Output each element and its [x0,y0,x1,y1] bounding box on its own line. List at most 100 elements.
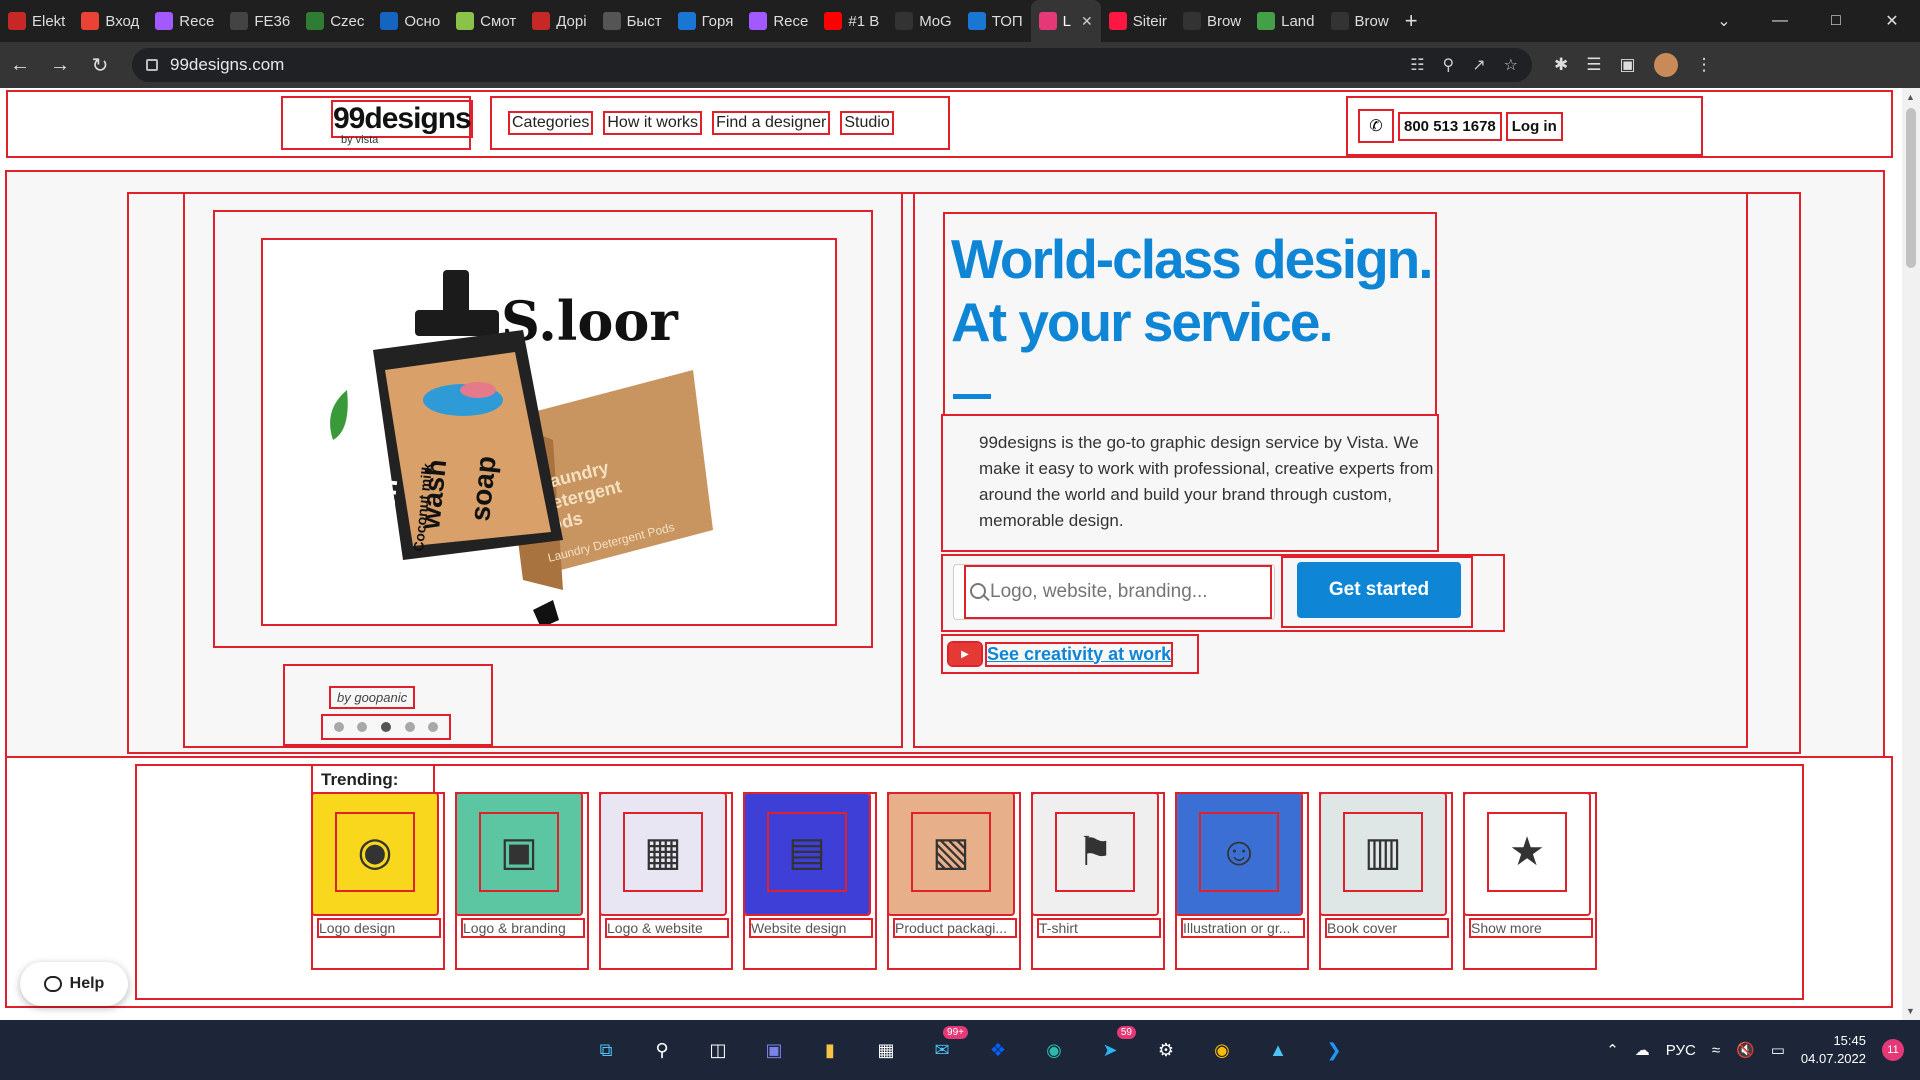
photos-icon[interactable]: ▲ [1258,1030,1298,1070]
browser-tab[interactable]: Дорі [524,0,594,42]
windows-start-icon[interactable]: ⧉ [586,1030,626,1070]
browser-tab[interactable]: Вход [73,0,147,42]
trending-label[interactable]: Logo & branding [461,918,585,938]
file-explorer-icon[interactable]: ▮ [810,1030,850,1070]
trending-thumbnail[interactable]: ▥ [1319,792,1447,916]
zoom-icon[interactable]: ⚲ [1443,55,1455,75]
scroll-up-icon[interactable]: ▲ [1906,92,1915,102]
trending-label[interactable]: T-shirt [1037,918,1161,938]
browser-tab[interactable]: Rece [147,0,222,42]
browser-tab[interactable]: Land [1249,0,1322,42]
browser-tab[interactable]: Czec [298,0,372,42]
trending-card[interactable]: ▧ Product packagi... [887,792,1021,970]
category-search-input[interactable] [964,565,1272,619]
logo[interactable]: 99designs [331,100,473,138]
media-icon[interactable]: ☰ [1586,55,1601,75]
notification-badge[interactable]: 11 [1882,1039,1904,1061]
close-window-icon[interactable]: ✕ [1864,11,1920,31]
clock[interactable]: 15:45 04.07.2022 [1801,1032,1866,1068]
trending-card[interactable]: ▥ Book cover [1319,792,1453,970]
store-icon[interactable]: ▦ [866,1030,906,1070]
trending-thumbnail[interactable]: ⚑ [1031,792,1159,916]
edge-icon[interactable]: ◉ [1034,1030,1074,1070]
browser-tab[interactable]: ТОП [960,0,1031,42]
trending-thumbnail[interactable]: ★ [1463,792,1591,916]
trending-card[interactable]: ⚑ T-shirt [1031,792,1165,970]
share-icon[interactable]: ↗ [1472,55,1485,75]
tab-search-icon[interactable]: ⌄ [1696,11,1752,31]
trending-card[interactable]: ▤ Website design [743,792,877,970]
browser-tab[interactable]: Быст [595,0,670,42]
trending-label[interactable]: Book cover [1325,918,1449,938]
forward-icon[interactable]: → [40,54,80,77]
nav-how-it-works[interactable]: How it works [603,111,703,135]
scroll-down-icon[interactable]: ▼ [1906,1006,1915,1016]
mail-icon[interactable]: ✉ 99+ [922,1026,968,1070]
trending-label[interactable]: Website design [749,918,873,938]
get-started-button[interactable]: Get started [1297,562,1461,618]
volume-muted-icon[interactable]: 🔇 [1736,1041,1755,1059]
translate-icon[interactable]: ☷ [1410,55,1424,75]
carousel-dot[interactable] [428,722,439,732]
menu-icon[interactable]: ⋮ [1696,55,1713,75]
telegram-icon[interactable]: ➤ 59 [1090,1026,1136,1070]
nav-categories[interactable]: Categories [507,111,594,135]
browser-tab[interactable]: L ✕ [1030,0,1101,42]
vscode-icon[interactable]: ❯ [1314,1030,1354,1070]
profile-avatar[interactable] [1653,53,1678,77]
trending-label[interactable]: Show more [1469,918,1593,938]
new-tab-button[interactable]: + [1397,0,1426,42]
designer-credit[interactable]: by goopanic [328,686,416,709]
page-scrollbar[interactable]: ▲ ▼ [1902,88,1920,1020]
browser-tab[interactable]: Rece [741,0,816,42]
battery-icon[interactable]: ▭ [1771,1041,1785,1059]
sidepanel-icon[interactable]: ▣ [1620,55,1636,75]
settings-icon[interactable]: ⚙ [1146,1030,1186,1070]
chrome-icon[interactable]: ◉ [1202,1030,1242,1070]
teams-icon[interactable]: ▣ [754,1030,794,1070]
task-view-icon[interactable]: ◫ [698,1030,738,1070]
scrollbar-thumb[interactable] [1906,108,1916,268]
trending-label[interactable]: Logo & website [605,918,729,938]
browser-tab[interactable]: Brow [1323,0,1397,42]
trending-thumbnail[interactable]: ▤ [743,792,871,916]
trending-card[interactable]: ▣ Logo & branding [455,792,589,970]
carousel-dot[interactable] [404,722,415,732]
carousel-dot[interactable] [357,722,368,732]
reload-icon[interactable]: ↻ [80,53,120,78]
browser-tab[interactable]: Горя [670,0,742,42]
see-creativity-link[interactable]: See creativity at work [984,641,1174,667]
trending-card[interactable]: ★ Show more [1463,792,1597,970]
help-button[interactable]: Help [20,962,128,1006]
browser-tab[interactable]: FE36 [222,0,298,42]
carousel-dot[interactable] [380,722,391,732]
phone-icon[interactable]: ✆ [1358,109,1394,143]
trending-thumbnail[interactable]: ◉ [311,792,439,916]
trending-label[interactable]: Illustration or gr... [1181,918,1305,938]
video-play-icon[interactable]: ▶ [947,641,983,667]
trending-thumbnail[interactable]: ▣ [455,792,583,916]
trending-card[interactable]: ◉ Logo design [311,792,445,970]
nav-find-designer[interactable]: Find a designer [712,111,831,135]
browser-tab[interactable]: Elekt [0,0,73,42]
browser-tab[interactable]: Осно [372,0,448,42]
trending-thumbnail[interactable]: ▧ [887,792,1015,916]
browser-tab[interactable]: Brow [1175,0,1249,42]
trending-card[interactable]: ☺ Illustration or gr... [1175,792,1309,970]
browser-tab[interactable]: Siteir [1101,0,1175,42]
cloud-icon[interactable]: ☁ [1635,1041,1650,1059]
search-icon[interactable]: ⚲ [642,1030,682,1070]
close-tab-icon[interactable]: ✕ [1081,13,1093,30]
phone-number[interactable]: 800 513 1678 [1398,111,1502,141]
back-icon[interactable]: ← [0,54,40,77]
minimize-icon[interactable]: — [1752,12,1808,30]
maximize-icon[interactable]: □ [1808,12,1864,30]
bookmark-star-icon[interactable]: ☆ [1504,55,1518,75]
address-bar[interactable]: 99designs.com ☷ ⚲ ↗ ☆ [132,48,1532,82]
browser-tab[interactable]: Смот [448,0,524,42]
extensions-icon[interactable]: ✱ [1554,55,1568,75]
dropbox-icon[interactable]: ❖ [978,1030,1018,1070]
trending-thumbnail[interactable]: ☺ [1175,792,1303,916]
browser-tab[interactable]: MoG [887,0,960,42]
trending-card[interactable]: ▦ Logo & website [599,792,733,970]
